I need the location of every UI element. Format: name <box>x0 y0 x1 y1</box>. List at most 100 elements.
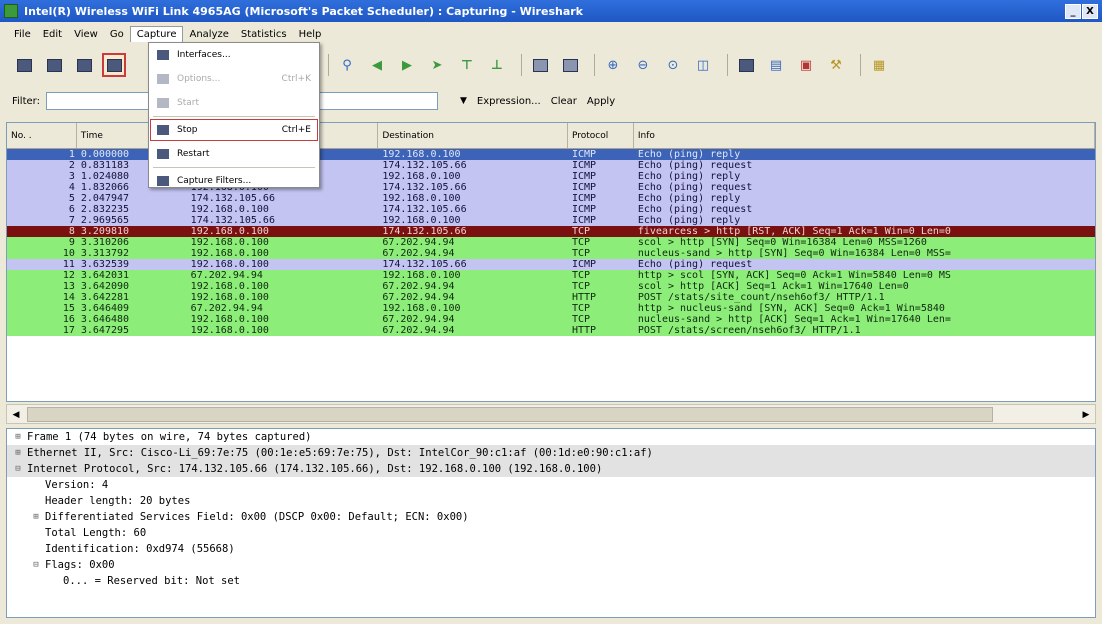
packet-row[interactable]: 15 3.646409 67.202.94.94 192.168.0.100 TCP ht… <box>7 303 1095 314</box>
menu-help[interactable]: Help <box>293 27 328 42</box>
capture-menu-item[interactable]: Restart <box>149 142 319 166</box>
expand-icon[interactable]: ⊞ <box>13 429 23 445</box>
filter-dropdown-icon[interactable]: ▼ <box>460 96 467 106</box>
capture-menu-item[interactable]: Options... Ctrl+K <box>149 67 319 91</box>
menu-item-label: Options... <box>177 74 221 84</box>
cell-no: 10 <box>62 248 75 259</box>
expression-button[interactable]: Expression... <box>477 96 541 107</box>
collapse-icon[interactable]: ⊟ <box>31 557 41 573</box>
menu-edit[interactable]: Edit <box>37 27 68 42</box>
help-icon[interactable]: ▦ <box>867 53 891 77</box>
menu-view[interactable]: View <box>68 27 104 42</box>
column-header-no[interactable]: No. . <box>7 123 77 148</box>
auto-scroll-icon[interactable] <box>558 53 582 77</box>
menu-analyze[interactable]: Analyze <box>183 27 234 42</box>
packet-row[interactable]: 11 3.632539 192.168.0.100 174.132.105.66 ICM… <box>7 259 1095 270</box>
detail-tree-label: 0... = Reserved bit: Not set <box>63 575 241 587</box>
resize-columns-icon[interactable]: ◫ <box>691 53 715 77</box>
cell-protocol: TCP <box>571 281 591 292</box>
menu-statistics[interactable]: Statistics <box>235 27 293 42</box>
cell-info: POST /stats/screen/nseh6of3/ HTTP/1.1 <box>637 325 861 336</box>
capture-options-icon[interactable] <box>42 53 66 77</box>
menu-capture[interactable]: Capture <box>129 26 184 42</box>
column-header-destination[interactable]: Destination <box>378 123 568 148</box>
packet-list-hscrollbar[interactable]: ◀ ▶ <box>6 404 1096 424</box>
cell-protocol: ICMP <box>571 149 597 160</box>
display-filters-icon[interactable]: ▤ <box>764 53 788 77</box>
capture-menu-item[interactable]: Stop Ctrl+E <box>149 118 319 142</box>
cell-no: 7 <box>68 215 75 226</box>
clear-button[interactable]: Clear <box>551 96 577 107</box>
cell-destination: 174.132.105.66 <box>382 160 467 171</box>
detail-tree-item[interactable]: ⊟ Flags: 0x00 <box>7 557 1095 573</box>
column-header-info[interactable]: Info <box>634 123 1095 148</box>
detail-tree-item[interactable]: Identification: 0xd974 (55668) <box>7 541 1095 557</box>
preferences-icon[interactable]: ⚒ <box>824 53 848 77</box>
menu-go[interactable]: Go <box>104 27 130 42</box>
cell-no: 9 <box>68 237 75 248</box>
expand-icon[interactable]: ⊞ <box>13 445 23 461</box>
coloring-rules-icon[interactable]: ▣ <box>794 53 818 77</box>
detail-tree-item[interactable]: Version: 4 <box>7 477 1095 493</box>
packet-row[interactable]: 5 2.047947 174.132.105.66 192.168.0.100 ICMP… <box>7 193 1095 204</box>
detail-tree-item[interactable]: 0... = Reserved bit: Not set <box>7 573 1095 589</box>
scroll-left-icon[interactable]: ◀ <box>9 407 23 422</box>
menu-separator <box>153 116 315 117</box>
go-forward-icon[interactable]: ▶ <box>395 53 419 77</box>
cell-info: Echo (ping) request <box>637 204 753 215</box>
go-last-icon[interactable]: ⊥ <box>485 53 509 77</box>
menu-file[interactable]: File <box>8 27 37 42</box>
window-controls: _ X <box>1065 3 1098 19</box>
cell-destination: 67.202.94.94 <box>382 248 455 259</box>
cell-time: 3.646409 <box>80 303 130 314</box>
go-to-packet-icon[interactable]: ➤ <box>425 53 449 77</box>
capture-menu-dropdown: Interfaces... Options... Ctrl+K Start Stop Ct… <box>148 42 320 188</box>
capture-menu-item[interactable]: Capture Filters... <box>149 169 319 193</box>
detail-tree-item[interactable]: ⊟ Internet Protocol, Src: 174.132.105.66 … <box>7 461 1095 477</box>
detail-tree-item[interactable]: Total Length: 60 <box>7 525 1095 541</box>
expand-icon[interactable]: ⊞ <box>31 509 41 525</box>
scroll-thumb[interactable] <box>27 407 993 422</box>
cell-time: 3.647295 <box>80 325 130 336</box>
close-button[interactable]: X <box>1082 3 1098 19</box>
menu-item-icon <box>157 50 169 60</box>
apply-button[interactable]: Apply <box>587 96 615 107</box>
zoom-out-icon[interactable]: ⊖ <box>631 53 655 77</box>
zoom-in-icon[interactable]: ⊕ <box>601 53 625 77</box>
detail-tree-item[interactable]: ⊞ Frame 1 (74 bytes on wire, 74 bytes cap… <box>7 429 1095 445</box>
go-back-icon[interactable]: ◀ <box>365 53 389 77</box>
interface-list-icon[interactable] <box>12 53 36 77</box>
packet-row[interactable]: 12 3.642031 67.202.94.94 192.168.0.100 TCP ht… <box>7 270 1095 281</box>
packet-row[interactable]: 17 3.647295 192.168.0.100 67.202.94.94 HTTP P… <box>7 325 1095 336</box>
packet-row[interactable]: 8 3.209810 192.168.0.100 174.132.105.66 TCP f… <box>7 226 1095 237</box>
cell-no: 16 <box>62 314 75 325</box>
menu-item-shortcut: Ctrl+K <box>281 74 311 84</box>
capture-menu-item[interactable]: Start <box>149 91 319 115</box>
packet-row[interactable]: 13 3.642090 192.168.0.100 67.202.94.94 TCP sc… <box>7 281 1095 292</box>
detail-tree-item[interactable]: Header length: 20 bytes <box>7 493 1095 509</box>
column-header-protocol[interactable]: Protocol <box>568 123 634 148</box>
detail-tree-item[interactable]: ⊞ Ethernet II, Src: Cisco-Li_69:7e:75 (00… <box>7 445 1095 461</box>
zoom-normal-icon[interactable]: ⊙ <box>661 53 685 77</box>
toolbar-separator <box>860 54 861 76</box>
packet-row[interactable]: 16 3.646480 192.168.0.100 67.202.94.94 TCP nu… <box>7 314 1095 325</box>
cell-info: nucleus-sand > http [SYN] Seq=0 Win=1638… <box>637 248 951 259</box>
capture-filters-icon[interactable] <box>734 53 758 77</box>
packet-details-pane[interactable]: ⊞ Frame 1 (74 bytes on wire, 74 bytes cap… <box>6 428 1096 618</box>
stop-capture-icon[interactable] <box>102 53 126 77</box>
colorize-icon[interactable] <box>528 53 552 77</box>
capture-menu-item[interactable]: Interfaces... <box>149 43 319 67</box>
detail-tree-item[interactable]: ⊞ Differentiated Services Field: 0x00 (DS… <box>7 509 1095 525</box>
packet-row[interactable]: 10 3.313792 192.168.0.100 67.202.94.94 TCP nu… <box>7 248 1095 259</box>
cell-source: 174.132.105.66 <box>190 193 275 204</box>
start-capture-icon[interactable] <box>72 53 96 77</box>
collapse-icon[interactable]: ⊟ <box>13 461 23 477</box>
minimize-button[interactable]: _ <box>1065 3 1081 19</box>
packet-row[interactable]: 6 2.832235 192.168.0.100 174.132.105.66 ICMP… <box>7 204 1095 215</box>
find-packet-icon[interactable]: ⚲ <box>335 53 359 77</box>
scroll-right-icon[interactable]: ▶ <box>1079 407 1093 422</box>
go-first-icon[interactable]: ⊤ <box>455 53 479 77</box>
packet-row[interactable]: 7 2.969565 174.132.105.66 192.168.0.100 ICMP… <box>7 215 1095 226</box>
packet-row[interactable]: 14 3.642281 192.168.0.100 67.202.94.94 HTTP P… <box>7 292 1095 303</box>
packet-row[interactable]: 9 3.310206 192.168.0.100 67.202.94.94 TCP sco… <box>7 237 1095 248</box>
